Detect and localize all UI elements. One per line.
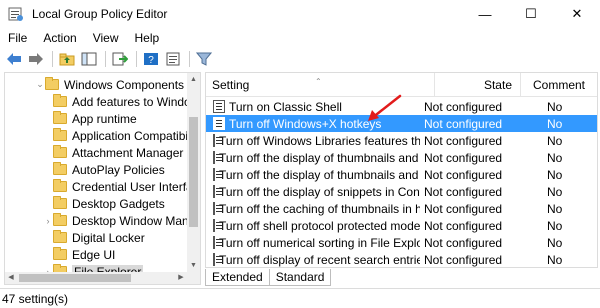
list-item[interactable]: Turn off the display of snippets in Cont… bbox=[206, 183, 597, 200]
policy-setting-icon bbox=[213, 117, 225, 130]
red-arrow-annotation-icon bbox=[368, 94, 402, 121]
tree-item-label: Credential User Interface bbox=[72, 179, 201, 194]
folder-icon bbox=[53, 145, 67, 158]
export-list-icon[interactable] bbox=[110, 49, 130, 69]
show-hide-tree-icon[interactable] bbox=[79, 49, 99, 69]
folder-icon bbox=[53, 247, 67, 260]
tree-item-label: Desktop Window Manag bbox=[72, 213, 201, 228]
folder-icon bbox=[53, 162, 67, 175]
list-item[interactable]: Turn off the display of thumbnails and o… bbox=[206, 166, 597, 183]
tree-item-edge-ui[interactable]: Edge UI bbox=[43, 246, 115, 263]
tree-vertical-scrollbar[interactable]: ▲ ▼ bbox=[187, 73, 200, 272]
toolbar-separator bbox=[136, 51, 137, 67]
list-item[interactable]: Turn off numerical sorting in File Explo… bbox=[206, 234, 597, 251]
tree-item-attachment-manager[interactable]: Attachment Manager bbox=[43, 144, 183, 161]
window-title: Local Group Policy Editor bbox=[32, 7, 168, 21]
tree-item-label: Desktop Gadgets bbox=[72, 196, 165, 211]
tree-item-app-runtime[interactable]: App runtime bbox=[43, 110, 137, 127]
toolbar: ? bbox=[0, 48, 600, 70]
tab-standard[interactable]: Standard bbox=[268, 269, 332, 286]
policy-setting-icon bbox=[213, 134, 222, 147]
tree-horizontal-scrollbar[interactable]: ◀ ▶ bbox=[5, 272, 200, 284]
tree-item-label: Windows Components bbox=[64, 77, 185, 92]
policy-setting-icon bbox=[213, 219, 222, 232]
help-icon[interactable]: ? bbox=[141, 49, 161, 69]
policy-setting-icon bbox=[213, 202, 222, 215]
view-tabs: Extended Standard bbox=[205, 269, 332, 287]
tree-item-label: Add features to Window bbox=[72, 94, 200, 109]
policy-setting-icon bbox=[213, 168, 222, 181]
chevron-down-icon[interactable]: ⌄ bbox=[35, 79, 45, 90]
folder-icon bbox=[53, 230, 67, 243]
menu-bar: File Action View Help bbox=[0, 28, 600, 48]
list-item[interactable]: Turn off Windows Libraries features that… bbox=[206, 132, 597, 149]
menu-action[interactable]: Action bbox=[35, 31, 84, 45]
tree-item-label: Attachment Manager bbox=[72, 145, 184, 160]
scroll-left-arrow-icon[interactable]: ◀ bbox=[5, 272, 17, 284]
tree-item-desktop-gadgets[interactable]: Desktop Gadgets bbox=[43, 195, 165, 212]
tree-item-label: App runtime bbox=[72, 111, 137, 126]
toolbar-separator bbox=[52, 51, 53, 67]
tree-item-label: AutoPlay Policies bbox=[72, 162, 165, 177]
policy-setting-icon bbox=[213, 100, 225, 113]
list-item[interactable]: Turn off the caching of thumbnails in hi… bbox=[206, 200, 597, 217]
toolbar-separator bbox=[189, 51, 190, 67]
menu-help[interactable]: Help bbox=[127, 31, 168, 45]
tree-item-label: Edge UI bbox=[72, 247, 116, 262]
folder-icon bbox=[53, 128, 67, 141]
forward-arrow-icon[interactable] bbox=[26, 49, 46, 69]
group-policy-app-icon bbox=[8, 6, 24, 22]
menu-file[interactable]: File bbox=[0, 31, 35, 45]
list-item[interactable]: Turn off display of recent search entrie… bbox=[206, 251, 597, 267]
toolbar-separator bbox=[105, 51, 106, 67]
navigation-tree[interactable]: ⌄ Windows Components Add features to Win… bbox=[4, 72, 201, 285]
tree-item-credential-user-interface[interactable]: Credential User Interface bbox=[43, 178, 201, 195]
folder-icon bbox=[53, 111, 67, 124]
policy-setting-icon bbox=[213, 185, 222, 198]
maximize-button[interactable]: ☐ bbox=[508, 0, 554, 28]
tree-item-label: Application Compatibilit bbox=[72, 128, 197, 143]
back-arrow-icon[interactable] bbox=[4, 49, 24, 69]
scroll-right-arrow-icon[interactable]: ▶ bbox=[175, 272, 187, 284]
list-item[interactable]: Turn off the display of thumbnails and o… bbox=[206, 149, 597, 166]
folder-icon bbox=[53, 94, 67, 107]
column-header-state[interactable]: State bbox=[435, 73, 521, 97]
folder-icon bbox=[53, 179, 67, 192]
tree-item-application-compatibility[interactable]: Application Compatibilit bbox=[43, 127, 197, 144]
menu-view[interactable]: View bbox=[85, 31, 127, 45]
folder-icon bbox=[45, 77, 59, 90]
scrollbar-thumb[interactable] bbox=[19, 274, 131, 282]
scrollbar-thumb[interactable] bbox=[189, 117, 198, 227]
policy-setting-icon bbox=[213, 253, 222, 266]
list-item[interactable]: Turn off shell protocol protected mode N… bbox=[206, 217, 597, 234]
up-folder-icon[interactable] bbox=[57, 49, 77, 69]
tree-item-add-features[interactable]: Add features to Window bbox=[43, 93, 199, 110]
column-header-comment[interactable]: Comment bbox=[521, 73, 591, 97]
tree-item-digital-locker[interactable]: Digital Locker bbox=[43, 229, 145, 246]
chevron-right-icon[interactable]: › bbox=[43, 216, 53, 226]
tree-item-desktop-window-manager[interactable]: › Desktop Window Manag bbox=[43, 212, 201, 229]
minimize-button[interactable]: — bbox=[462, 0, 508, 28]
properties-icon[interactable] bbox=[163, 49, 183, 69]
tab-extended[interactable]: Extended bbox=[205, 269, 270, 286]
sort-caret-icon: ⌃ bbox=[315, 76, 322, 86]
svg-text:?: ? bbox=[148, 55, 154, 66]
tree-item-label: Digital Locker bbox=[72, 230, 145, 245]
tree-item-windows-components[interactable]: ⌄ Windows Components bbox=[35, 76, 184, 93]
close-button[interactable]: ✕ bbox=[554, 0, 600, 28]
folder-icon bbox=[53, 196, 67, 209]
scroll-down-arrow-icon[interactable]: ▼ bbox=[187, 259, 200, 272]
title-bar: Local Group Policy Editor — ☐ ✕ bbox=[0, 0, 600, 28]
policy-setting-icon bbox=[213, 151, 222, 164]
folder-icon bbox=[53, 213, 67, 226]
filter-icon[interactable] bbox=[194, 49, 214, 69]
policy-setting-icon bbox=[213, 236, 222, 249]
status-bar: 47 setting(s) bbox=[0, 288, 600, 308]
scroll-up-arrow-icon[interactable]: ▲ bbox=[187, 73, 200, 86]
tree-item-autoplay-policies[interactable]: AutoPlay Policies bbox=[43, 161, 165, 178]
status-text: 47 setting(s) bbox=[2, 291, 69, 306]
